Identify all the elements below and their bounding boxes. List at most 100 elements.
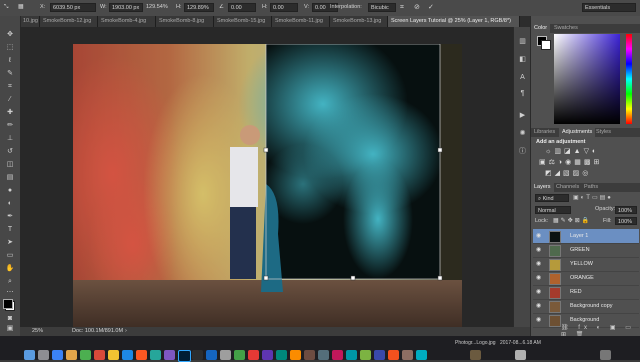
- clone-stamp-icon[interactable]: ⊥: [5, 134, 15, 143]
- adjustment-icons-row3[interactable]: ◩◢▧▨◎: [545, 169, 591, 177]
- app-icon[interactable]: [276, 350, 287, 360]
- tab-styles[interactable]: Styles: [593, 128, 614, 137]
- app-icon[interactable]: [290, 350, 301, 360]
- trash-icon[interactable]: [600, 350, 611, 360]
- brush-presets-icon[interactable]: ✺: [518, 129, 527, 138]
- app-icon[interactable]: [150, 350, 161, 360]
- file-thumbnail-icon[interactable]: [515, 350, 526, 360]
- quick-mask-icon[interactable]: ◙: [5, 314, 15, 323]
- tab-color[interactable]: Color: [531, 24, 551, 33]
- rectangle-tool-icon[interactable]: ▭: [5, 251, 15, 260]
- quick-select-icon[interactable]: ✎: [5, 69, 15, 78]
- workspace-select[interactable]: Essentials: [582, 3, 636, 12]
- lasso-tool-icon[interactable]: ℓ: [5, 56, 15, 65]
- dodge-icon[interactable]: ◐: [5, 199, 15, 208]
- color-field[interactable]: [554, 34, 620, 124]
- reference-point-icon[interactable]: ▦: [18, 3, 24, 12]
- app-icon[interactable]: [234, 350, 245, 360]
- notes-icon[interactable]: [108, 350, 119, 360]
- doc-tab[interactable]: SmokeBomb-4.jpg: [98, 16, 156, 27]
- app-icon[interactable]: [304, 350, 315, 360]
- character-icon[interactable]: A: [518, 73, 527, 82]
- dock-file-label[interactable]: 2017-08...6.18 AM: [500, 340, 541, 346]
- eye-icon[interactable]: ◉: [536, 274, 541, 281]
- opacity-field[interactable]: 100%: [615, 206, 637, 214]
- layer-row[interactable]: ◉ YELLOW: [533, 257, 639, 272]
- layer-filter-icons[interactable]: ▣◐T▭▤●: [573, 194, 613, 201]
- eraser-icon[interactable]: ◫: [5, 160, 15, 169]
- app-icon[interactable]: [416, 350, 427, 360]
- actions-icon[interactable]: ▶: [518, 111, 527, 120]
- layer-filter-select[interactable]: ⌕ Kind: [535, 194, 569, 202]
- app-icon[interactable]: [388, 350, 399, 360]
- tab-adjustments[interactable]: Adjustments: [559, 128, 596, 137]
- tab-libraries[interactable]: Libraries: [531, 128, 558, 137]
- w-field[interactable]: 1903.00 px: [109, 3, 143, 12]
- doc-tab[interactable]: SmokeBomb-12.jpg: [40, 16, 98, 27]
- paragraph-icon[interactable]: ¶: [518, 89, 527, 98]
- adjustment-icons-row2[interactable]: ▣⚖◑◉▦▩⊞: [539, 158, 602, 166]
- blend-mode-select[interactable]: Normal: [535, 206, 571, 214]
- layer-row[interactable]: ◉ RED: [533, 285, 639, 300]
- history-icon[interactable]: ▥: [518, 37, 527, 46]
- app-icon[interactable]: [346, 350, 357, 360]
- tab-paths[interactable]: Paths: [581, 183, 601, 192]
- eye-icon[interactable]: ◉: [536, 316, 541, 323]
- eye-icon[interactable]: ◉: [536, 232, 541, 239]
- calendar-icon[interactable]: [94, 350, 105, 360]
- screen-mode-icon[interactable]: ▣: [5, 324, 15, 333]
- tab-swatches[interactable]: Swatches: [551, 24, 581, 33]
- healing-brush-icon[interactable]: ✚: [5, 108, 15, 117]
- launchpad-icon[interactable]: [38, 350, 49, 360]
- marquee-tool-icon[interactable]: ⬚: [5, 43, 15, 52]
- eye-icon[interactable]: ◉: [536, 246, 541, 253]
- x-field[interactable]: 6039.50 px: [50, 3, 96, 12]
- eyedropper-icon[interactable]: ⁄: [5, 95, 15, 104]
- app-icon[interactable]: [360, 350, 371, 360]
- tab-channels[interactable]: Channels: [553, 183, 582, 192]
- interpolation-select[interactable]: Bicubic: [368, 3, 396, 12]
- doc-tab-active[interactable]: Screen Layers Tutorial @ 25% (Layer 1, R…: [388, 16, 520, 27]
- firefox-icon[interactable]: [136, 350, 147, 360]
- zoom-level[interactable]: 25%: [32, 327, 43, 336]
- finder-icon[interactable]: [24, 350, 35, 360]
- type-tool-icon[interactable]: T: [5, 225, 15, 234]
- eye-icon[interactable]: ◉: [536, 302, 541, 309]
- doc-tab[interactable]: SmokeBomb-15.jpg: [214, 16, 272, 27]
- h-skew-field[interactable]: 0.00: [270, 3, 298, 12]
- app-icon[interactable]: [262, 350, 273, 360]
- safari-icon[interactable]: [52, 350, 63, 360]
- hue-slider[interactable]: [626, 34, 632, 124]
- blur-icon[interactable]: ●: [5, 186, 15, 195]
- app-icon[interactable]: [374, 350, 385, 360]
- document-image[interactable]: [73, 44, 462, 327]
- warp-icon[interactable]: ⌗: [400, 3, 404, 12]
- app-icon[interactable]: [332, 350, 343, 360]
- properties-icon[interactable]: ◧: [518, 55, 527, 64]
- app-icon[interactable]: [248, 350, 259, 360]
- lightroom-icon[interactable]: [192, 350, 203, 360]
- file-thumbnail-icon[interactable]: [470, 350, 481, 360]
- more-tools-icon[interactable]: ⋯: [5, 288, 15, 297]
- doc-tab[interactable]: SmokeBomb-13.jpg: [330, 16, 388, 27]
- doc-tab[interactable]: SmokeBomb-8.jpg: [156, 16, 214, 27]
- system-preferences-icon[interactable]: [220, 350, 231, 360]
- gradient-icon[interactable]: ▤: [5, 173, 15, 182]
- zoom-tool-icon[interactable]: ⌕: [5, 277, 15, 286]
- chevron-right-icon[interactable]: ›: [125, 327, 127, 336]
- app-icon[interactable]: [164, 350, 175, 360]
- layer-row[interactable]: ◉ Layer 1: [533, 229, 639, 244]
- layer-row[interactable]: ◉ Background copy: [533, 299, 639, 314]
- info-icon[interactable]: ⓘ: [518, 147, 527, 156]
- pen-tool-icon[interactable]: ✒: [5, 212, 15, 221]
- foreground-color-swatch[interactable]: [3, 299, 13, 309]
- hand-tool-icon[interactable]: ✋: [5, 264, 15, 273]
- path-select-icon[interactable]: ➤: [5, 238, 15, 247]
- adjustment-icons-row1[interactable]: ☼▥◪▲▽◐: [545, 147, 599, 155]
- app-icon[interactable]: [402, 350, 413, 360]
- messages-icon[interactable]: [80, 350, 91, 360]
- h-field[interactable]: 129.89%: [184, 3, 214, 12]
- transform-tool-icon[interactable]: ⤡: [4, 3, 8, 12]
- doc-tab[interactable]: 10.jpg: [20, 16, 40, 27]
- angle-field[interactable]: 0.00: [228, 3, 256, 12]
